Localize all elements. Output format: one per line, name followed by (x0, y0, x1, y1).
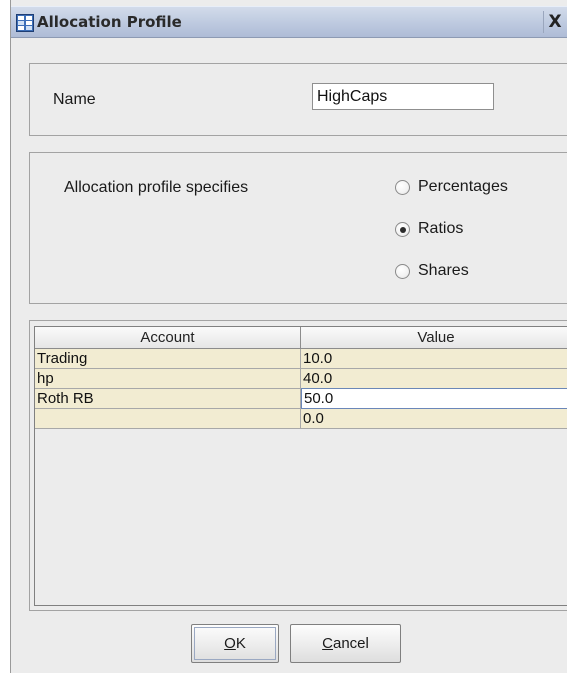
radio-label: Shares (418, 262, 469, 279)
ok-button[interactable]: OK (191, 624, 279, 663)
allocation-table[interactable]: Account Value Trading 10.0 hp 40.0 Roth … (34, 326, 567, 606)
radio-dot-icon (399, 226, 406, 233)
name-panel: Name (29, 63, 567, 136)
title-bar[interactable]: Allocation Profile X (11, 6, 567, 38)
radio-selected-icon[interactable] (395, 222, 410, 237)
close-button[interactable]: X (543, 11, 566, 33)
radio-label: Percentages (418, 178, 508, 195)
account-cell[interactable]: Trading (35, 349, 301, 368)
ok-label-rest: K (235, 635, 246, 652)
value-cell[interactable]: 0.0 (301, 409, 567, 428)
column-header-account[interactable]: Account (35, 327, 301, 348)
cancel-label-rest: ancel (332, 635, 369, 652)
table-row[interactable]: 0.0 (35, 409, 567, 429)
name-input[interactable] (312, 83, 494, 110)
account-cell[interactable]: Roth RB (35, 389, 301, 408)
cancel-mnemonic: C (322, 635, 333, 652)
allocation-table-panel: Account Value Trading 10.0 hp 40.0 Roth … (29, 320, 567, 611)
radio-unselected-icon[interactable] (395, 180, 410, 195)
value-cell-editing[interactable]: 50.0 (301, 388, 567, 409)
table-header: Account Value (35, 327, 567, 349)
table-row[interactable]: Roth RB 50.0 (35, 388, 567, 409)
value-cell[interactable]: 40.0 (301, 369, 567, 388)
table-row[interactable]: hp 40.0 (35, 369, 567, 389)
cancel-button[interactable]: Cancel (290, 624, 401, 663)
table-app-icon (16, 14, 34, 32)
profile-panel: Allocation profile specifies Percentages… (29, 152, 567, 304)
close-icon: X (548, 12, 562, 32)
account-cell[interactable]: hp (35, 369, 301, 388)
value-cell[interactable]: 10.0 (301, 349, 567, 368)
name-label: Name (53, 91, 96, 108)
allocation-profile-dialog: Allocation Profile X Name Allocation pro… (10, 0, 567, 673)
account-cell[interactable] (35, 409, 301, 428)
column-header-value[interactable]: Value (301, 327, 567, 348)
profile-label: Allocation profile specifies (64, 179, 249, 196)
table-row[interactable]: Trading 10.0 (35, 349, 567, 369)
ok-mnemonic: O (224, 635, 236, 652)
dialog-title: Allocation Profile (37, 13, 182, 31)
radio-unselected-icon[interactable] (395, 264, 410, 279)
radio-label: Ratios (418, 220, 464, 237)
